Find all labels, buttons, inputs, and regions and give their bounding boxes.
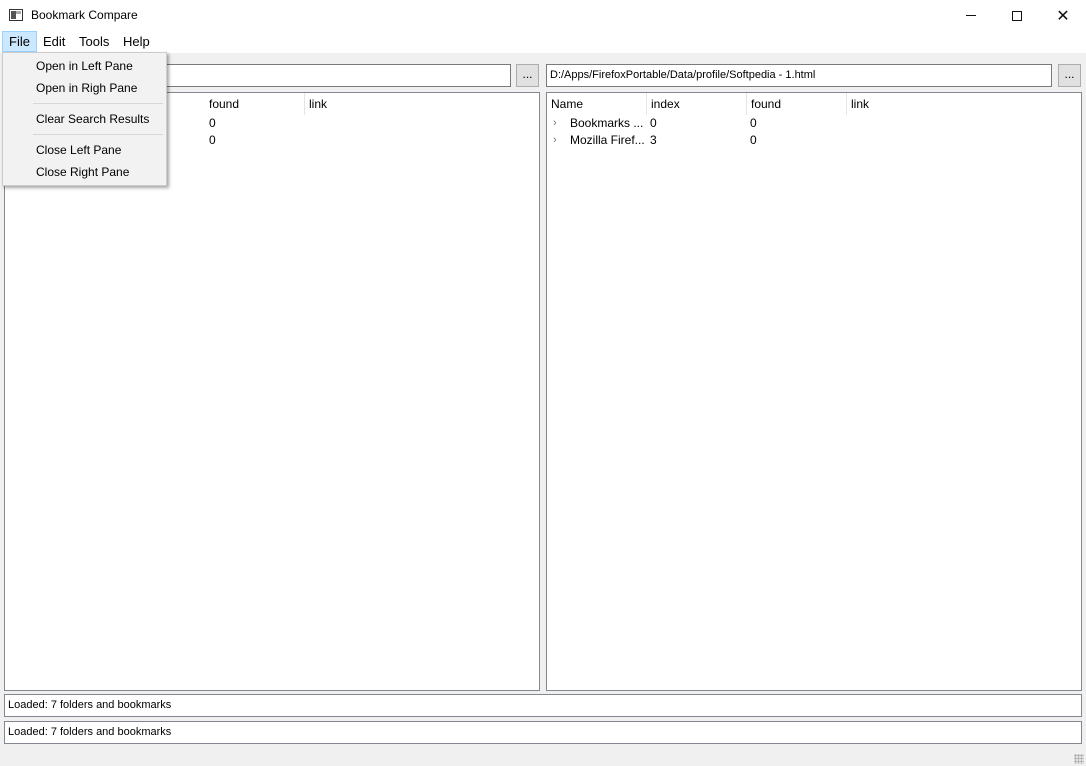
window-title: Bookmark Compare <box>31 8 138 22</box>
expand-chevron-icon[interactable]: › <box>553 115 563 132</box>
left-row-1-found: 0 <box>209 116 216 130</box>
right-col-name[interactable]: Name <box>547 93 647 115</box>
menu-separator <box>33 103 163 104</box>
menu-bar: File Edit Tools Help <box>0 31 1086 53</box>
right-tree-view[interactable]: Name index found link › Bookmarks ... 0 … <box>546 92 1082 691</box>
right-row-2-name[interactable]: Mozilla Firef... <box>570 132 645 149</box>
maximize-icon <box>1012 10 1022 21</box>
menu-separator <box>33 134 163 135</box>
app-icon <box>9 9 23 21</box>
menu-close-left-pane[interactable]: Close Left Pane <box>3 139 166 161</box>
menu-tools[interactable]: Tools <box>73 31 115 52</box>
menu-close-right-pane[interactable]: Close Right Pane <box>3 161 166 183</box>
minimize-button[interactable] <box>948 0 994 31</box>
file-dropdown-menu: Open in Left Pane Open in Righ Pane Clea… <box>2 52 167 186</box>
right-browse-button[interactable]: ... <box>1058 64 1081 87</box>
right-row-1-index: 0 <box>650 116 657 130</box>
menu-open-left-pane[interactable]: Open in Left Pane <box>3 55 166 77</box>
expand-chevron-icon[interactable]: › <box>553 132 563 149</box>
right-path-field[interactable]: D:/Apps/FirefoxPortable/Data/profile/Sof… <box>546 64 1052 87</box>
minimize-icon <box>966 15 976 16</box>
close-button[interactable]: ✕ <box>1040 0 1086 31</box>
right-col-link[interactable]: link <box>847 93 947 115</box>
right-row-2-found: 0 <box>750 133 757 147</box>
right-row-2-index: 3 <box>650 133 657 147</box>
menu-open-right-pane[interactable]: Open in Righ Pane <box>3 77 166 99</box>
right-row-1-found: 0 <box>750 116 757 130</box>
status-line-right: Loaded: 7 folders and bookmarks <box>4 721 1082 744</box>
close-icon: ✕ <box>1056 7 1070 25</box>
maximize-button[interactable] <box>994 0 1040 31</box>
left-col-found[interactable]: found <box>205 93 305 115</box>
resize-grip-icon[interactable] <box>1074 754 1084 764</box>
right-row-1-name[interactable]: Bookmarks ... <box>570 115 645 132</box>
menu-clear-search-results[interactable]: Clear Search Results <box>3 108 166 130</box>
left-browse-button[interactable]: ... <box>516 64 539 87</box>
menu-edit[interactable]: Edit <box>37 31 71 52</box>
left-row-2-found: 0 <box>209 133 216 147</box>
right-col-found[interactable]: found <box>747 93 847 115</box>
menu-file[interactable]: File <box>2 31 37 52</box>
left-col-link[interactable]: link <box>305 93 405 115</box>
status-line-left: Loaded: 7 folders and bookmarks <box>4 694 1082 717</box>
menu-help[interactable]: Help <box>117 31 156 52</box>
title-bar: Bookmark Compare ✕ <box>0 0 1086 31</box>
right-col-index[interactable]: index <box>647 93 747 115</box>
